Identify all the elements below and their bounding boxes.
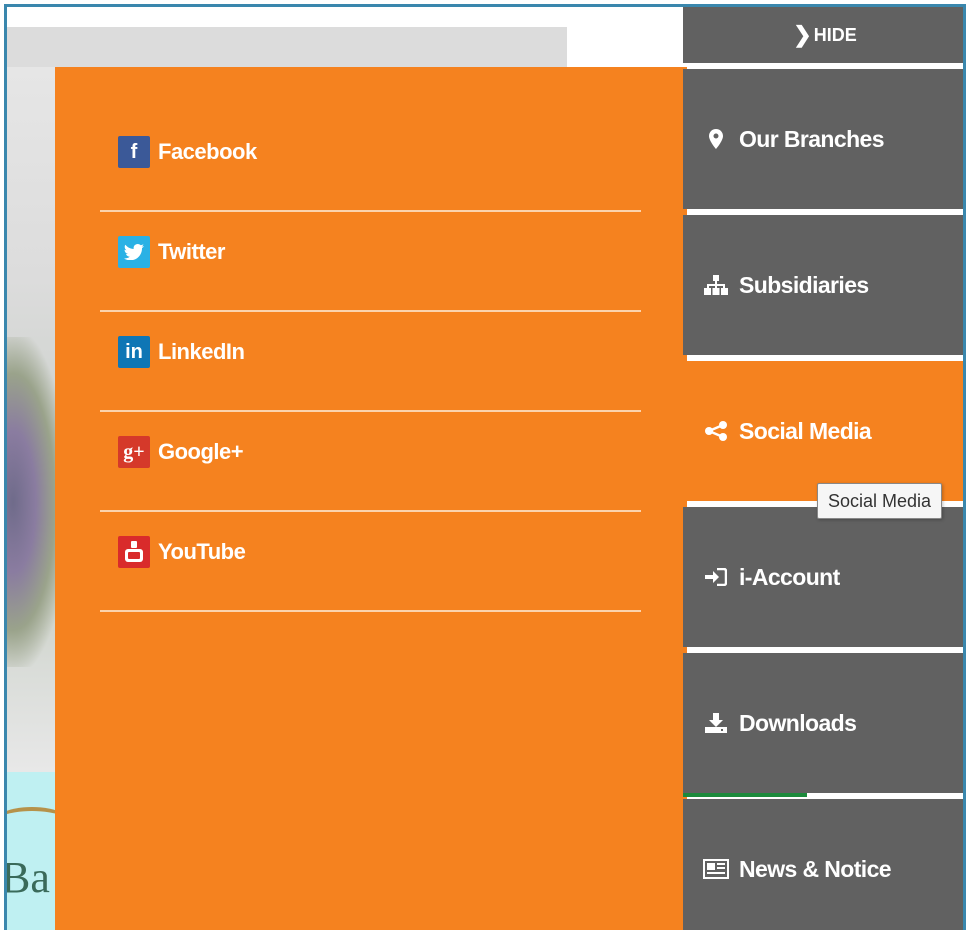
hide-label: HIDE: [813, 24, 857, 45]
menu-item-label: Social Media: [739, 417, 872, 444]
menu-item-label: News & Notice: [739, 855, 892, 882]
social-link-label: Twitter: [158, 239, 225, 264]
chevron-right-icon: ❯: [793, 22, 812, 47]
twitter-icon: [118, 236, 150, 268]
sign-in-icon: [703, 568, 729, 586]
social-links-list: f Facebook Twitter in LinkedIn g+ Google…: [100, 112, 641, 612]
social-link-youtube[interactable]: YouTube: [100, 512, 641, 612]
menu-item-downloads[interactable]: Downloads: [683, 653, 963, 793]
social-link-label: LinkedIn: [158, 339, 245, 364]
menu-item-our-branches[interactable]: Our Branches: [683, 69, 963, 209]
menu-item-subsidiaries[interactable]: Subsidiaries: [683, 215, 963, 355]
social-link-label: Facebook: [158, 139, 257, 164]
social-link-label: YouTube: [158, 539, 246, 564]
social-link-google-plus[interactable]: g+ Google+: [100, 412, 641, 512]
progress-indicator: [683, 793, 807, 797]
menu-item-i-account[interactable]: i-Account: [683, 507, 963, 647]
menu-item-label: Downloads: [739, 709, 857, 736]
menu-item-label: Subsidiaries: [739, 271, 869, 298]
youtube-icon: [118, 536, 150, 568]
hide-button[interactable]: ❯ HIDE: [683, 7, 963, 63]
sitemap-icon: [703, 275, 729, 295]
google-plus-icon: g+: [118, 436, 150, 468]
browser-viewport: Ba f Facebook Twitter in LinkedIn g+ Goo…: [4, 4, 966, 930]
social-link-facebook[interactable]: f Facebook: [100, 112, 641, 212]
social-link-label: Google+: [158, 439, 244, 464]
share-icon: [703, 421, 729, 441]
social-link-linkedin[interactable]: in LinkedIn: [100, 312, 641, 412]
newspaper-icon: [703, 859, 729, 879]
map-marker-icon: [703, 129, 729, 149]
menu-item-label: Our Branches: [739, 125, 885, 152]
background-logo-text: Ba: [4, 853, 50, 902]
menu-item-social-media[interactable]: Social Media: [683, 361, 963, 501]
linkedin-icon: in: [118, 336, 150, 368]
facebook-icon: f: [118, 136, 150, 168]
side-menu: ❯ HIDE Our Branches Subsidiaries Social …: [683, 7, 963, 930]
menu-item-label: i-Account: [739, 563, 840, 590]
social-link-twitter[interactable]: Twitter: [100, 212, 641, 312]
social-media-panel: f Facebook Twitter in LinkedIn g+ Google…: [55, 67, 687, 930]
menu-item-news-notice[interactable]: News & Notice: [683, 799, 963, 930]
tooltip: Social Media: [817, 483, 943, 519]
download-icon: [703, 713, 729, 733]
